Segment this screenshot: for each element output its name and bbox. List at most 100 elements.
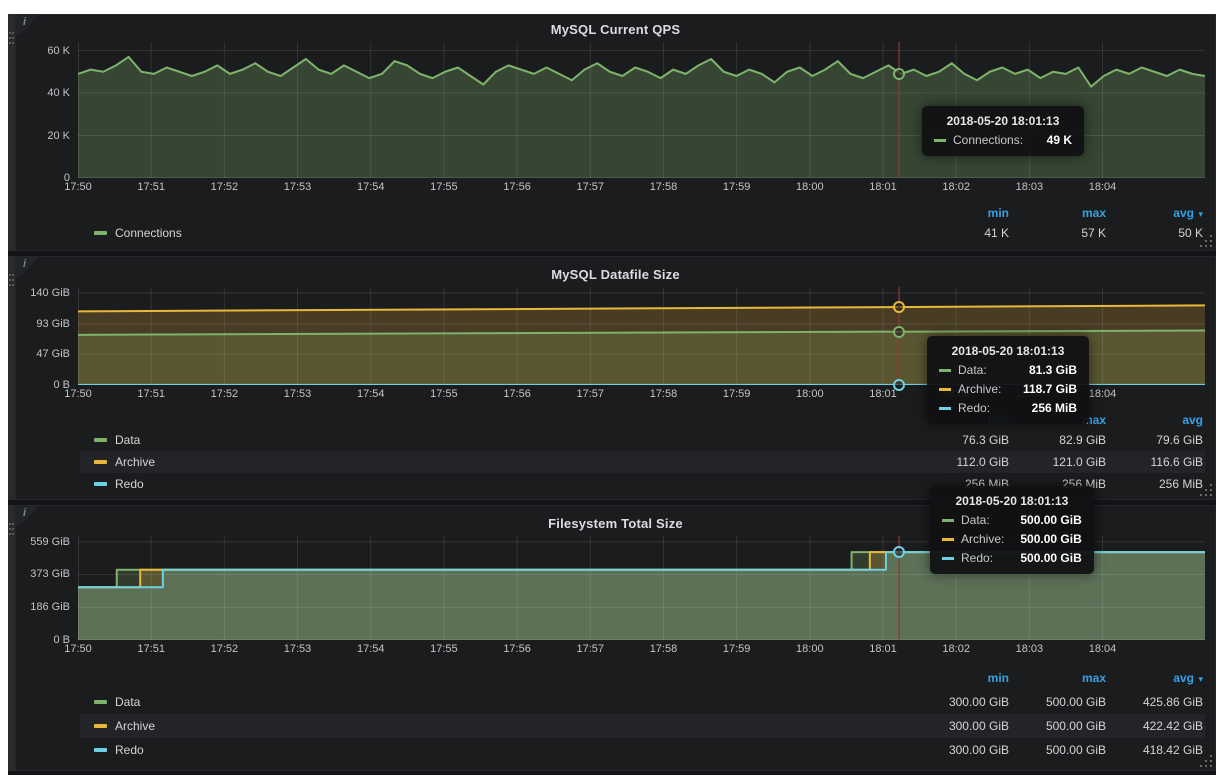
legend-value: 82.9 GiB [1011,433,1108,447]
legend-header-label: avg [1182,413,1203,427]
panel-info-icon[interactable]: i [16,506,38,526]
x-axis-tick: 17:51 [137,643,165,655]
legend-value: 425.86 GiB [1108,695,1205,709]
y-axis: 0 B47 GiB93 GiB140 GiB [16,287,78,385]
series-color-swatch-icon [934,139,946,142]
panel-info-icon[interactable]: i [16,257,38,277]
legend-series-toggle[interactable]: Redo [80,743,914,757]
x-axis-tick: 18:04 [1089,643,1117,655]
tooltip-series-row: Data:81.3 GiB [939,363,1077,377]
legend-series-toggle[interactable]: Data [80,433,914,447]
legend-series-toggle[interactable]: Data [80,695,914,709]
series-color-swatch-icon [942,538,954,541]
y-axis-tick: 373 GiB [30,568,70,580]
legend-series-name: Data [115,695,140,709]
x-axis-tick: 17:50 [64,181,92,193]
tooltip-datafile: 2018-05-20 18:01:13Data:81.3 GiBArchive:… [927,336,1089,424]
x-axis-tick: 17:51 [137,388,165,400]
legend-header-label: max [1082,206,1106,220]
tooltip-series-label: Data: [958,363,987,377]
legend-sort-avg[interactable]: avg ▾ [1108,671,1205,685]
tooltip-series-label: Data: [961,513,990,527]
resize-dots-icon [1210,765,1212,767]
panel-title-qps[interactable]: MySQL Current QPS [16,15,1215,42]
x-axis-tick: 17:54 [357,388,385,400]
panel-resize-handle-icon[interactable] [1200,235,1212,247]
legend-row: Archive300.00 GiB500.00 GiB422.42 GiB [80,714,1205,738]
legend-series-toggle[interactable]: Connections [80,226,914,240]
y-axis-tick: 186 GiB [30,601,70,613]
tooltip-series-row: Redo: 500.00 GiB [942,551,1082,565]
legend-sort-min[interactable]: min [914,671,1011,685]
legend-series-toggle[interactable]: Redo [80,477,914,491]
x-axis-tick: 18:03 [1016,181,1044,193]
caret-down-icon: ▾ [1196,209,1203,219]
row-drag-handle[interactable] [8,14,15,251]
legend-value: 41 K [914,226,1011,240]
tooltip-series-label: Archive: [958,382,1001,396]
tooltip-series-label: Archive: [961,532,1004,546]
x-axis-tick: 17:51 [137,181,165,193]
x-axis-tick: 18:01 [869,388,897,400]
legend-series-name: Redo [115,743,144,757]
tooltip-series-value: 500.00 GiB [1004,551,1081,565]
x-axis-tick: 17:55 [430,643,458,655]
caret-down-icon: ▾ [1196,674,1203,684]
legend-row: Connections41 K57 K50 K [80,222,1205,244]
legend-value: 300.00 GiB [914,743,1011,757]
series-color-swatch-icon [94,231,107,235]
y-axis-tick: 559 GiB [30,536,70,548]
tooltip-series-label: Redo: [961,551,993,565]
legend-qps: minmaxavg ▾Connections41 K57 K50 K [80,204,1205,244]
x-axis-tick: 17:59 [723,643,751,655]
legend-sort-max[interactable]: max [1011,206,1108,220]
tooltip-series-value: 256 MiB [1016,401,1077,415]
x-axis-tick: 17:52 [211,388,239,400]
legend-value: 112.0 GiB [914,455,1011,469]
legend-value: 500.00 GiB [1011,743,1108,757]
legend-sort-max[interactable]: max [1011,671,1108,685]
series-color-swatch-icon [942,519,954,522]
x-axis-tick: 18:01 [869,181,897,193]
series-color-swatch-icon [94,482,107,486]
drag-dots-icon [9,274,11,276]
series-color-swatch-icon [94,460,107,464]
tooltip-series-label: Connections: [953,133,1023,147]
legend-value: 422.42 GiB [1108,719,1205,733]
panel-title-datafile[interactable]: MySQL Datafile Size [16,257,1215,287]
legend-value: 57 K [1011,226,1108,240]
row-drag-handle[interactable] [8,505,15,771]
x-axis-tick: 17:57 [577,388,605,400]
legend-series-name: Archive [115,719,155,733]
crosshair-point-marker [893,546,905,558]
legend-series-toggle[interactable]: Archive [80,719,914,733]
legend-series-toggle[interactable]: Archive [80,455,914,469]
tooltip-qps: 2018-05-20 18:01:13Connections:49 K [922,106,1084,156]
legend-value: 116.6 GiB [1108,455,1205,469]
tooltip-series-value: 118.7 GiB [1007,382,1077,396]
legend-filesystem: minmaxavg ▾ Data 300.00 GiB500.00 GiB 425.8… [80,666,1205,762]
x-axis-tick: 18:02 [942,181,970,193]
panel-info-icon[interactable]: i [16,15,38,35]
panel-resize-handle-icon[interactable] [1200,755,1212,767]
legend-sort-avg[interactable]: avg [1108,413,1205,427]
panel-resize-handle-icon[interactable] [1200,484,1212,496]
x-axis-tick: 17:57 [577,643,605,655]
x-axis-tick: 17:53 [284,643,312,655]
row-drag-handle[interactable] [8,256,15,500]
x-axis-tick: 18:00 [796,388,824,400]
x-axis-tick: 17:50 [64,643,92,655]
series-color-swatch-icon [939,407,951,410]
x-axis-tick: 18:00 [796,181,824,193]
legend-series-name: Connections [115,226,182,240]
x-axis-tick: 17:56 [503,181,531,193]
legend-sort-avg[interactable]: avg ▾ [1108,206,1205,220]
resize-dots-icon [1210,245,1212,247]
x-axis-tick: 17:59 [723,181,751,193]
crosshair-point-marker [893,301,905,313]
legend-value: 300.00 GiB [914,719,1011,733]
x-axis-tick: 17:50 [64,388,92,400]
legend-series-name: Data [115,433,140,447]
legend-sort-min[interactable]: min [914,206,1011,220]
y-axis-tick: 47 GiB [36,348,70,360]
